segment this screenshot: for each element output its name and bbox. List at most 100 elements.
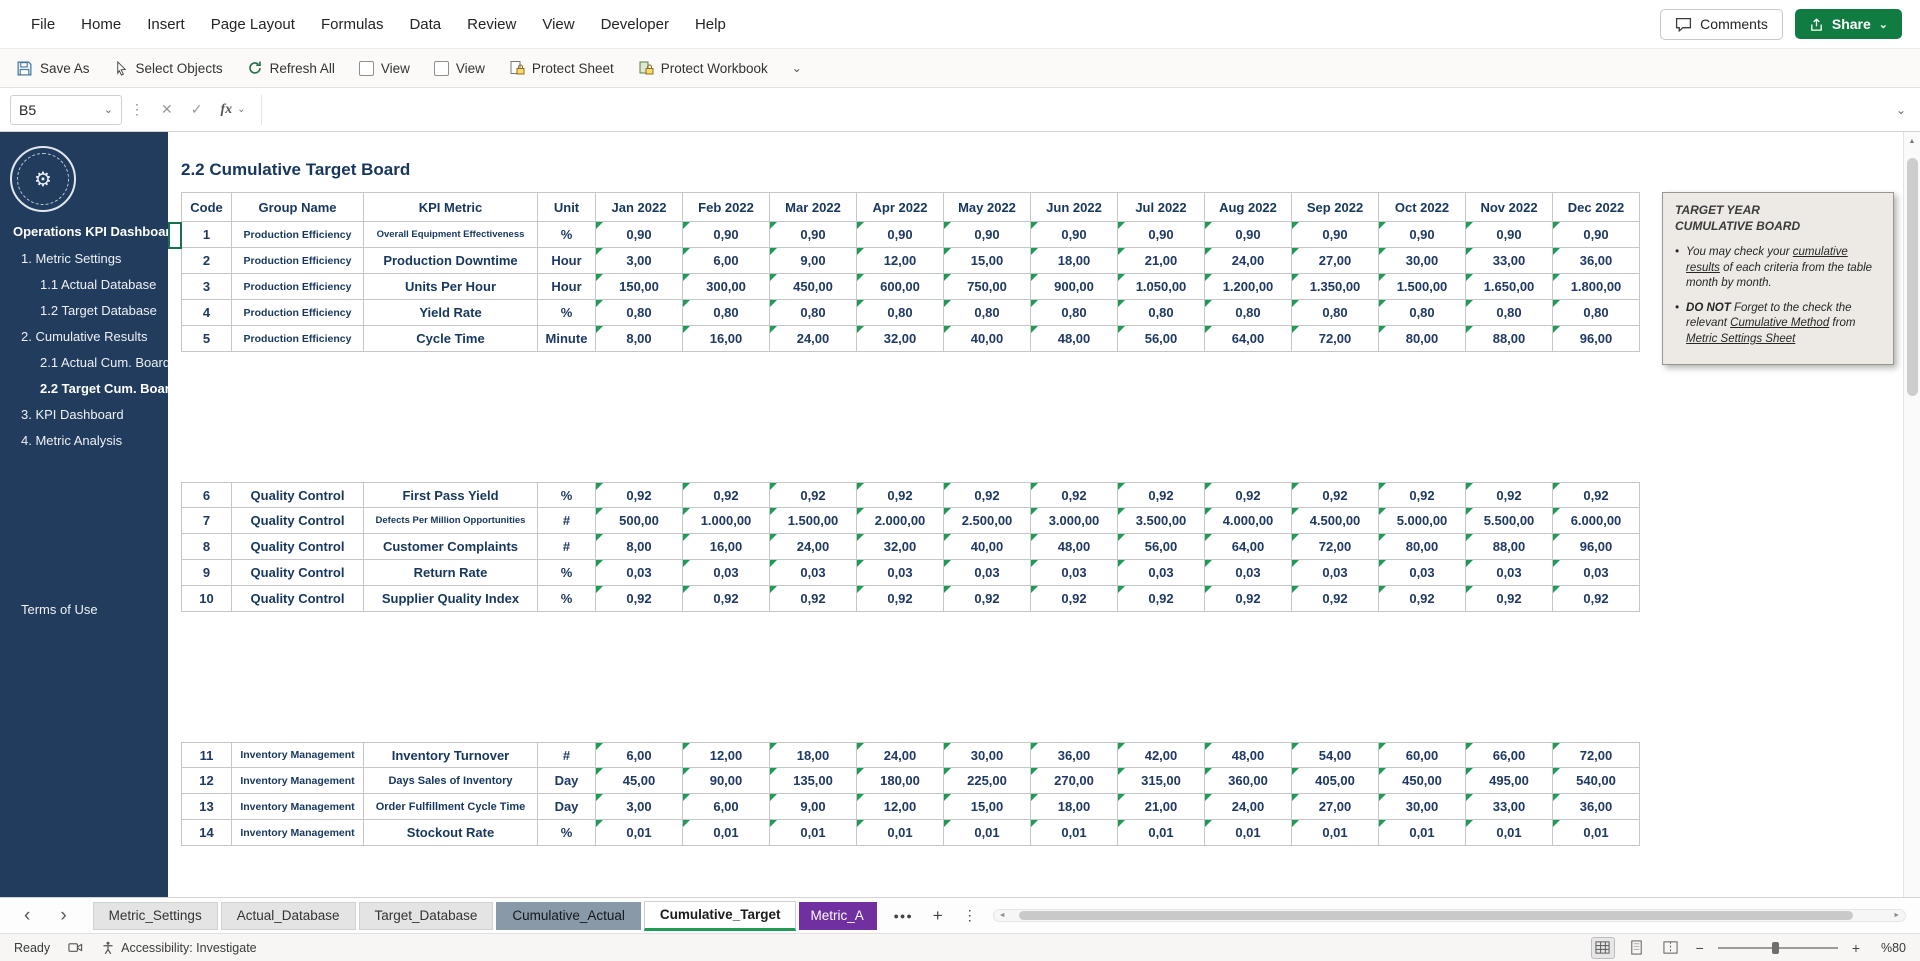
value-cell[interactable]: 0,01 — [596, 820, 683, 846]
value-cell[interactable]: 24,00 — [1205, 794, 1292, 820]
value-cell[interactable]: 0,90 — [1379, 222, 1466, 248]
value-cell[interactable]: 0,90 — [1205, 222, 1292, 248]
value-cell[interactable]: 0,90 — [1466, 222, 1553, 248]
value-cell[interactable]: 0,92 — [770, 586, 857, 612]
column-header[interactable]: Jun 2022 — [1031, 192, 1118, 222]
group-name-cell[interactable]: Production Efficiency — [232, 326, 364, 352]
scroll-up-icon[interactable]: ▲ — [1904, 132, 1920, 150]
value-cell[interactable]: 0,92 — [1379, 482, 1466, 508]
value-cell[interactable]: 16,00 — [683, 534, 770, 560]
value-cell[interactable]: 0,92 — [596, 586, 683, 612]
value-cell[interactable]: 0,80 — [1553, 300, 1640, 326]
value-cell[interactable]: 80,00 — [1379, 326, 1466, 352]
kpi-metric-cell[interactable]: Cycle Time — [364, 326, 538, 352]
value-cell[interactable]: 0,80 — [1466, 300, 1553, 326]
view-checkbox-2[interactable]: View — [433, 60, 485, 76]
value-cell[interactable]: 0,01 — [857, 820, 944, 846]
value-cell[interactable]: 12,00 — [857, 794, 944, 820]
value-cell[interactable]: 0,92 — [770, 482, 857, 508]
vertical-scrollbar[interactable]: ▲ — [1903, 132, 1920, 897]
horizontal-scroll-track[interactable] — [1011, 911, 1888, 920]
unit-cell[interactable]: % — [538, 820, 596, 846]
cancel-icon[interactable]: ✕ — [152, 101, 182, 118]
add-sheet-button[interactable]: + — [933, 906, 943, 926]
value-cell[interactable]: 16,00 — [683, 326, 770, 352]
column-header[interactable]: Code — [181, 192, 232, 222]
scroll-right-icon[interactable]: ► — [1888, 912, 1905, 919]
normal-view-button[interactable] — [1590, 936, 1615, 959]
value-cell[interactable]: 2.000,00 — [857, 508, 944, 534]
value-cell[interactable]: 0,90 — [683, 222, 770, 248]
value-cell[interactable]: 0,03 — [1118, 560, 1205, 586]
value-cell[interactable]: 495,00 — [1466, 768, 1553, 794]
sidebar-item-1-metric-settings[interactable]: 1. Metric Settings — [0, 246, 168, 272]
unit-cell[interactable]: % — [538, 300, 596, 326]
code-cell[interactable]: 9 — [181, 560, 232, 586]
value-cell[interactable]: 0,03 — [857, 560, 944, 586]
value-cell[interactable]: 24,00 — [770, 326, 857, 352]
value-cell[interactable]: 72,00 — [1292, 326, 1379, 352]
code-cell[interactable]: 14 — [181, 820, 232, 846]
code-cell[interactable]: 10 — [181, 586, 232, 612]
column-header[interactable]: Jan 2022 — [596, 192, 683, 222]
value-cell[interactable]: 0,03 — [1205, 560, 1292, 586]
value-cell[interactable]: 36,00 — [1553, 794, 1640, 820]
value-cell[interactable]: 0,92 — [1031, 586, 1118, 612]
value-cell[interactable]: 0,01 — [770, 820, 857, 846]
kpi-metric-cell[interactable]: Production Downtime — [364, 248, 538, 274]
value-cell[interactable]: 8,00 — [596, 534, 683, 560]
value-cell[interactable]: 5.500,00 — [1466, 508, 1553, 534]
tab-metric-a[interactable]: Metric_A — [799, 901, 878, 930]
sidebar-item-2-2-target-cum-board[interactable]: 2.2 Target Cum. Board — [0, 376, 178, 402]
value-cell[interactable]: 60,00 — [1379, 742, 1466, 768]
column-header[interactable]: Mar 2022 — [770, 192, 857, 222]
value-cell[interactable]: 0,92 — [944, 586, 1031, 612]
kpi-metric-cell[interactable]: First Pass Yield — [364, 482, 538, 508]
value-cell[interactable]: 4.500,00 — [1292, 508, 1379, 534]
sidebar-item-1-1-actual-database[interactable]: 1.1 Actual Database — [0, 272, 168, 298]
value-cell[interactable]: 450,00 — [770, 274, 857, 300]
zoom-out-button[interactable]: − — [1694, 940, 1706, 956]
value-cell[interactable]: 270,00 — [1031, 768, 1118, 794]
menu-item-file[interactable]: File — [18, 9, 68, 40]
value-cell[interactable]: 0,92 — [1292, 586, 1379, 612]
value-cell[interactable]: 315,00 — [1118, 768, 1205, 794]
column-header[interactable]: Unit — [538, 192, 596, 222]
unit-cell[interactable]: Hour — [538, 274, 596, 300]
value-cell[interactable]: 0,01 — [1292, 820, 1379, 846]
value-cell[interactable]: 72,00 — [1553, 742, 1640, 768]
value-cell[interactable]: 900,00 — [1031, 274, 1118, 300]
value-cell[interactable]: 6.000,00 — [1553, 508, 1640, 534]
code-cell[interactable]: 5 — [181, 326, 232, 352]
value-cell[interactable]: 0,03 — [596, 560, 683, 586]
value-cell[interactable]: 0,03 — [770, 560, 857, 586]
value-cell[interactable]: 0,90 — [1553, 222, 1640, 248]
terms-of-use-link[interactable]: Terms of Use — [0, 602, 168, 617]
unit-cell[interactable]: # — [538, 508, 596, 534]
value-cell[interactable]: 180,00 — [857, 768, 944, 794]
enter-icon[interactable]: ✓ — [182, 101, 212, 118]
value-cell[interactable]: 24,00 — [770, 534, 857, 560]
code-cell[interactable]: 7 — [181, 508, 232, 534]
code-cell[interactable]: 8 — [181, 534, 232, 560]
value-cell[interactable]: 0,92 — [1205, 586, 1292, 612]
kpi-metric-cell[interactable]: Return Rate — [364, 560, 538, 586]
column-header[interactable]: Apr 2022 — [857, 192, 944, 222]
value-cell[interactable]: 56,00 — [1118, 534, 1205, 560]
value-cell[interactable]: 3,00 — [596, 794, 683, 820]
value-cell[interactable]: 0,92 — [1118, 482, 1205, 508]
next-sheet-icon[interactable]: › — [60, 906, 66, 925]
column-header[interactable]: KPI Metric — [364, 192, 538, 222]
value-cell[interactable]: 32,00 — [857, 326, 944, 352]
value-cell[interactable]: 0,92 — [683, 586, 770, 612]
group-name-cell[interactable]: Inventory Management — [232, 768, 364, 794]
value-cell[interactable]: 0,80 — [770, 300, 857, 326]
value-cell[interactable]: 32,00 — [857, 534, 944, 560]
menu-item-data[interactable]: Data — [396, 9, 454, 40]
checkbox-icon[interactable] — [433, 60, 449, 76]
unit-cell[interactable]: # — [538, 742, 596, 768]
tab-metric-settings[interactable]: Metric_Settings — [92, 901, 218, 930]
value-cell[interactable]: 64,00 — [1205, 534, 1292, 560]
value-cell[interactable]: 30,00 — [1379, 794, 1466, 820]
value-cell[interactable]: 360,00 — [1205, 768, 1292, 794]
